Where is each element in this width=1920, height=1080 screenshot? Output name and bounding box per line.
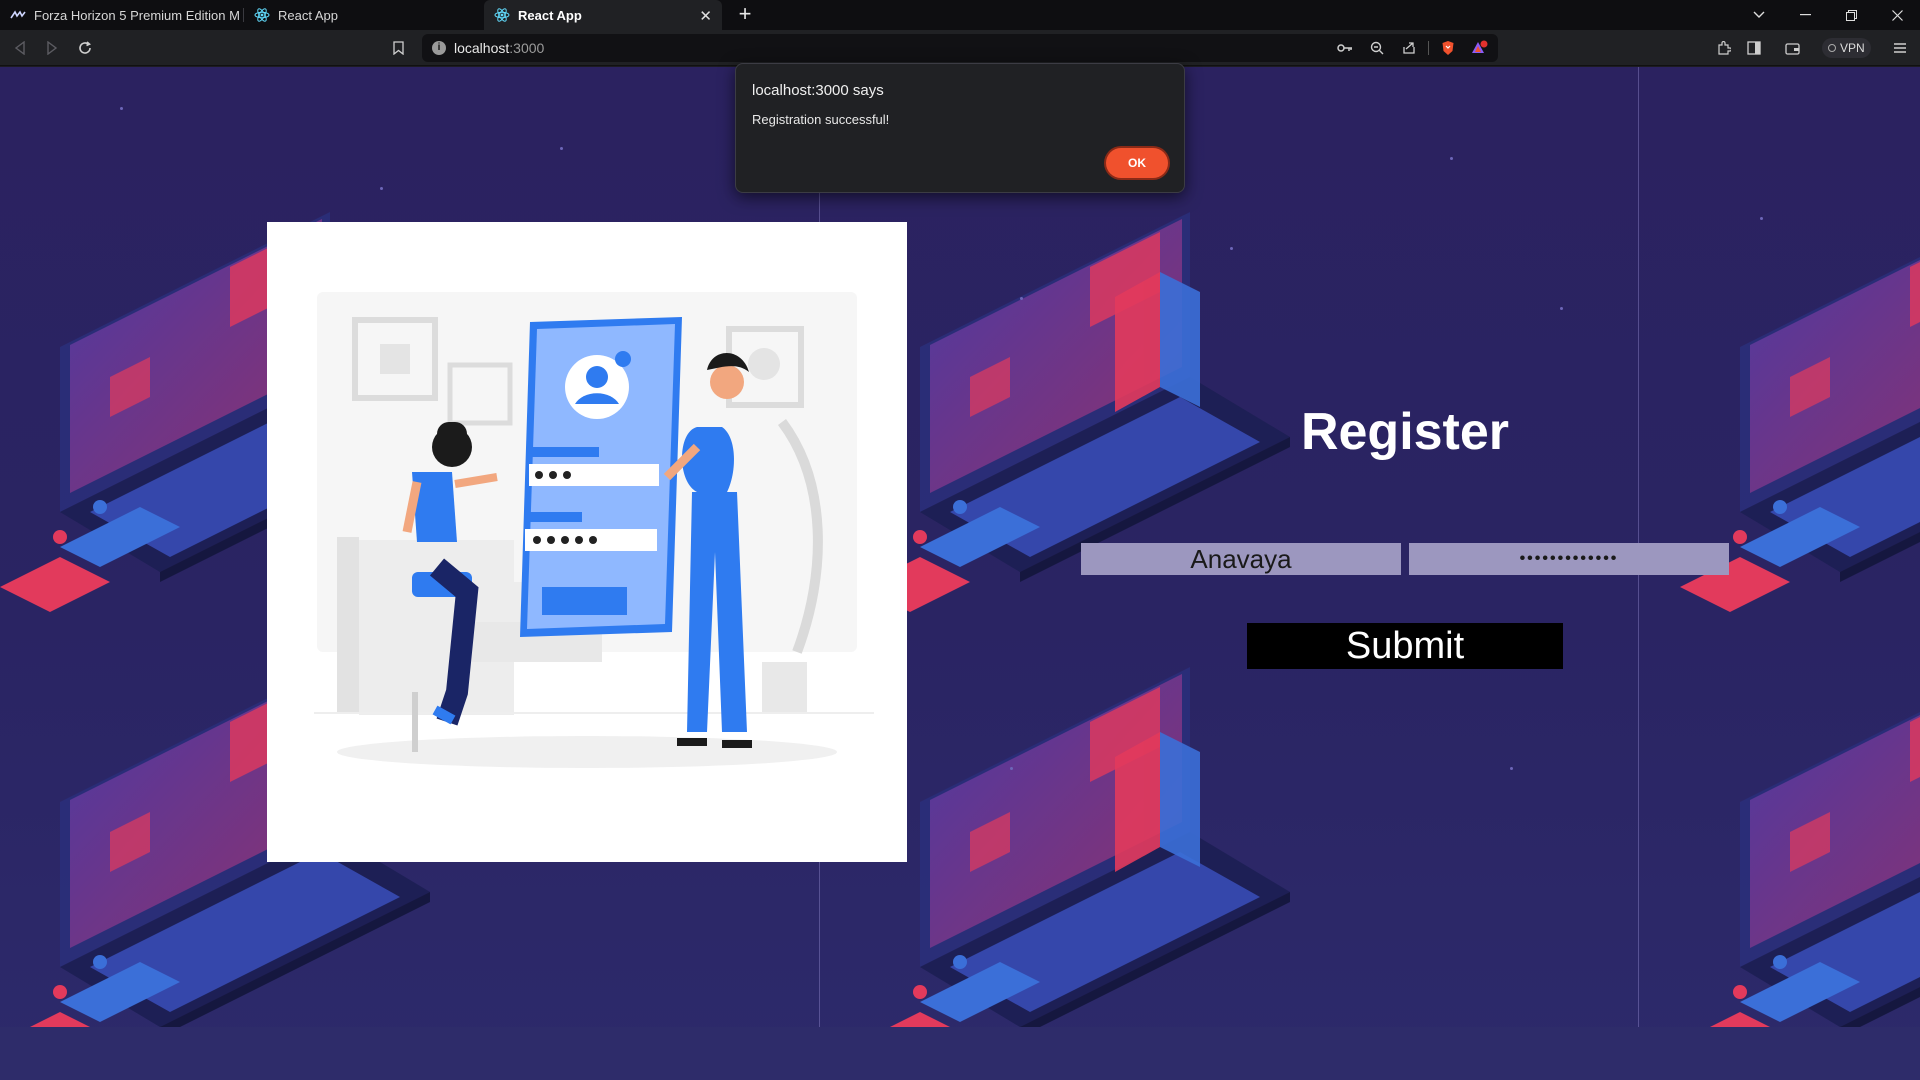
alert-dialog: localhost:3000 says Registration success… [735,63,1185,193]
restore-icon[interactable] [1828,0,1874,30]
tab-react-app-active[interactable]: React App ✕ [484,0,722,30]
divider [1428,41,1429,55]
register-heading: Register [1300,403,1510,461]
decor-dot [1510,767,1513,770]
address-bar[interactable]: i localhost:3000 [422,34,1498,62]
decor-dot [1010,767,1013,770]
bookmark-icon[interactable] [386,36,410,60]
decor-dot [1560,307,1563,310]
close-tab-icon[interactable]: ✕ [699,7,712,25]
brave-rewards-icon[interactable] [1468,36,1492,60]
key-icon[interactable] [1333,36,1357,60]
dialog-title: localhost:3000 says [752,82,884,99]
menu-icon[interactable] [1888,36,1912,60]
decor-dot [560,147,563,150]
wallet-icon[interactable] [1780,36,1804,60]
decor-dot [1230,247,1233,250]
forward-icon[interactable] [40,36,64,60]
url-text: localhost:3000 [454,40,545,56]
dialog-message: Registration successful! [752,112,890,127]
minimize-icon[interactable] [1782,0,1828,30]
react-icon [494,7,510,23]
decor-dot [1760,217,1763,220]
vpn-label: VPN [1840,41,1865,55]
tab-search-chevron-icon[interactable] [1736,0,1782,30]
decor-dot [380,187,383,190]
extensions-icon[interactable] [1712,36,1736,60]
brave-shields-icon[interactable] [1436,36,1460,60]
register-illustration [267,222,907,862]
vpn-status-icon [1828,44,1836,52]
browser-toolbar: i localhost:3000 VPN [0,30,1920,66]
zoom-icon[interactable] [1365,36,1389,60]
vpn-button[interactable]: VPN [1822,38,1871,58]
site-info-icon[interactable]: i [432,41,446,55]
msi-icon [10,7,26,23]
tab-forza[interactable]: Forza Horizon 5 Premium Edition MUL [0,0,240,30]
share-icon[interactable] [1397,36,1421,60]
password-input[interactable]: ••••••••••••• [1409,543,1729,575]
username-input[interactable]: Anavaya [1081,543,1401,575]
tab-strip: Forza Horizon 5 Premium Edition MUL Reac… [0,0,1920,30]
page-viewport: Register Anavaya ••••••••••••• Submit [0,67,1920,1080]
ok-button[interactable]: OK [1106,148,1168,178]
sidebar-icon[interactable] [1742,36,1766,60]
background-bottom-band [0,1027,1920,1080]
decor-dot [1450,157,1453,160]
back-icon[interactable] [8,36,32,60]
decor-dot [1020,297,1023,300]
decor-dot [120,107,123,110]
tab-react-app[interactable]: React App [244,0,482,30]
tab-title: Forza Horizon 5 Premium Edition MUL [34,7,240,23]
tab-title: React App [278,7,338,23]
new-tab-button[interactable]: + [733,3,757,27]
tab-title: React App [518,7,582,23]
submit-button[interactable]: Submit [1247,623,1563,669]
reload-icon[interactable] [73,36,97,60]
close-window-icon[interactable] [1874,0,1920,30]
react-icon [254,7,270,23]
